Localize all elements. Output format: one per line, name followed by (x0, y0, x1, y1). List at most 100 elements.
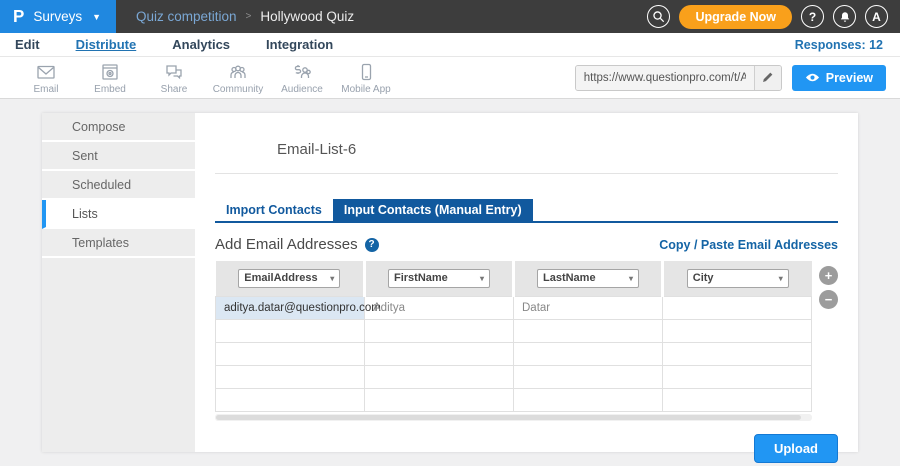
chevron-down-icon: ▼ (92, 12, 101, 22)
nav-item-distribute[interactable]: Distribute (76, 37, 137, 52)
contact-row: aditya.datar@questionpro.com Aditya Data… (216, 296, 812, 319)
column-select-firstname[interactable]: FirstName ▾ (388, 269, 490, 288)
copy-paste-emails-link[interactable]: Copy / Paste Email Addresses (659, 238, 838, 252)
tab-import-contacts[interactable]: Import Contacts (215, 199, 333, 221)
share-icon (163, 61, 185, 83)
cell-firstname[interactable] (365, 388, 514, 411)
contact-row (216, 342, 812, 365)
cell-city[interactable] (663, 342, 812, 365)
cell-firstname[interactable] (365, 319, 514, 342)
tab-input-contacts-manual[interactable]: Input Contacts (Manual Entry) (333, 199, 533, 221)
breadcrumb: Quiz competition > Hollywood Quiz (116, 0, 647, 33)
nav-item-integration[interactable]: Integration (266, 37, 333, 52)
toolbar-item-email[interactable]: Email (14, 61, 78, 95)
column-select-email[interactable]: EmailAddress ▾ (238, 269, 340, 288)
toolbar-item-audience[interactable]: Audience (270, 61, 334, 95)
column-select-city[interactable]: City ▾ (687, 269, 789, 288)
column-select-label: FirstName (394, 272, 448, 284)
cell-city[interactable] (663, 319, 812, 342)
toolbar-right-group: Preview (575, 65, 886, 91)
survey-nav: Edit Distribute Analytics Integration Re… (0, 33, 900, 57)
contact-row (216, 319, 812, 342)
page-content: Compose Sent Scheduled Lists Templates E… (0, 99, 900, 452)
toolbar-item-label: Audience (281, 84, 323, 95)
contacts-tabs: Import Contacts Input Contacts (Manual E… (215, 199, 838, 223)
cell-firstname[interactable] (365, 365, 514, 388)
bell-icon (839, 11, 851, 23)
cell-lastname[interactable] (514, 342, 663, 365)
cell-lastname[interactable] (514, 365, 663, 388)
add-row-button[interactable]: + (819, 266, 838, 285)
eye-icon (805, 72, 820, 83)
column-select-lastname[interactable]: LastName ▾ (537, 269, 639, 288)
breadcrumb-parent[interactable]: Quiz competition (136, 9, 237, 24)
edit-url-button[interactable] (754, 66, 781, 90)
nav-item-edit[interactable]: Edit (15, 37, 40, 52)
help-icon[interactable]: ? (365, 238, 379, 252)
nav-item-analytics[interactable]: Analytics (172, 37, 230, 52)
breadcrumb-separator-icon: > (246, 11, 252, 22)
avatar[interactable]: A (865, 5, 888, 28)
toolbar-item-label: Mobile App (341, 84, 390, 95)
sidebar-item-lists[interactable]: Lists (42, 200, 195, 229)
surveys-menu[interactable]: P Surveys ▼ (0, 0, 116, 33)
list-title: Email-List-6 (277, 141, 838, 158)
questionpro-logo-icon: P (13, 6, 24, 27)
search-button[interactable] (647, 5, 670, 28)
cell-email[interactable] (216, 342, 365, 365)
pencil-icon (761, 71, 774, 84)
responses-count: Responses: 12 (795, 38, 883, 52)
toolbar-item-share[interactable]: Share (142, 61, 206, 95)
chevron-down-icon: ▾ (779, 274, 783, 283)
search-icon (652, 10, 665, 23)
distribute-toolbar: Email Embed Share Community Audience (0, 57, 900, 99)
survey-url-group (575, 65, 782, 91)
survey-url-input[interactable] (576, 66, 754, 90)
remove-row-button[interactable]: − (819, 290, 838, 309)
cell-email[interactable] (216, 365, 365, 388)
cell-firstname[interactable] (365, 342, 514, 365)
cell-email[interactable] (216, 388, 365, 411)
toolbar-item-community[interactable]: Community (206, 61, 270, 95)
header-actions: Upgrade Now ? A (647, 0, 900, 33)
email-icon (35, 61, 57, 83)
horizontal-scrollbar[interactable] (215, 414, 812, 421)
row-controls: + − (819, 266, 838, 309)
sidebar-item-sent[interactable]: Sent (42, 142, 195, 171)
notifications-button[interactable] (833, 5, 856, 28)
audience-icon (291, 61, 313, 83)
scrollbar-thumb[interactable] (216, 415, 801, 420)
cell-email[interactable]: aditya.datar@questionpro.com (216, 296, 365, 319)
title-divider (215, 173, 838, 174)
column-select-label: EmailAddress (244, 272, 317, 284)
sidebar-item-scheduled[interactable]: Scheduled (42, 171, 195, 200)
sidebar-item-templates[interactable]: Templates (42, 229, 195, 258)
chevron-down-icon: ▾ (480, 274, 484, 283)
surveys-menu-label: Surveys (33, 9, 82, 24)
upload-button[interactable]: Upload (754, 434, 838, 463)
column-select-label: City (693, 272, 714, 284)
cell-city[interactable] (663, 388, 812, 411)
cell-lastname[interactable] (514, 319, 663, 342)
toolbar-item-mobile-app[interactable]: Mobile App (334, 61, 398, 95)
preview-button[interactable]: Preview (792, 65, 886, 91)
chevron-down-icon: ▾ (629, 274, 633, 283)
sidebar-item-compose[interactable]: Compose (42, 113, 195, 142)
column-select-label: LastName (543, 272, 596, 284)
cell-email[interactable] (216, 319, 365, 342)
toolbar-item-embed[interactable]: Embed (78, 61, 142, 95)
cell-city[interactable] (663, 365, 812, 388)
cell-firstname[interactable]: Aditya (365, 296, 514, 319)
cell-city[interactable] (663, 296, 812, 319)
mobile-app-icon (355, 61, 377, 83)
breadcrumb-current: Hollywood Quiz (260, 9, 354, 24)
cell-lastname[interactable] (514, 388, 663, 411)
upgrade-now-button[interactable]: Upgrade Now (679, 5, 792, 29)
contacts-table: EmailAddress ▾ FirstName ▾ LastName ▾ Ci… (215, 261, 812, 412)
cell-lastname[interactable]: Datar (514, 296, 663, 319)
contact-row (216, 365, 812, 388)
toolbar-item-label: Embed (94, 84, 126, 95)
top-header-bar: P Surveys ▼ Quiz competition > Hollywood… (0, 0, 900, 33)
help-button[interactable]: ? (801, 5, 824, 28)
embed-icon (99, 61, 121, 83)
